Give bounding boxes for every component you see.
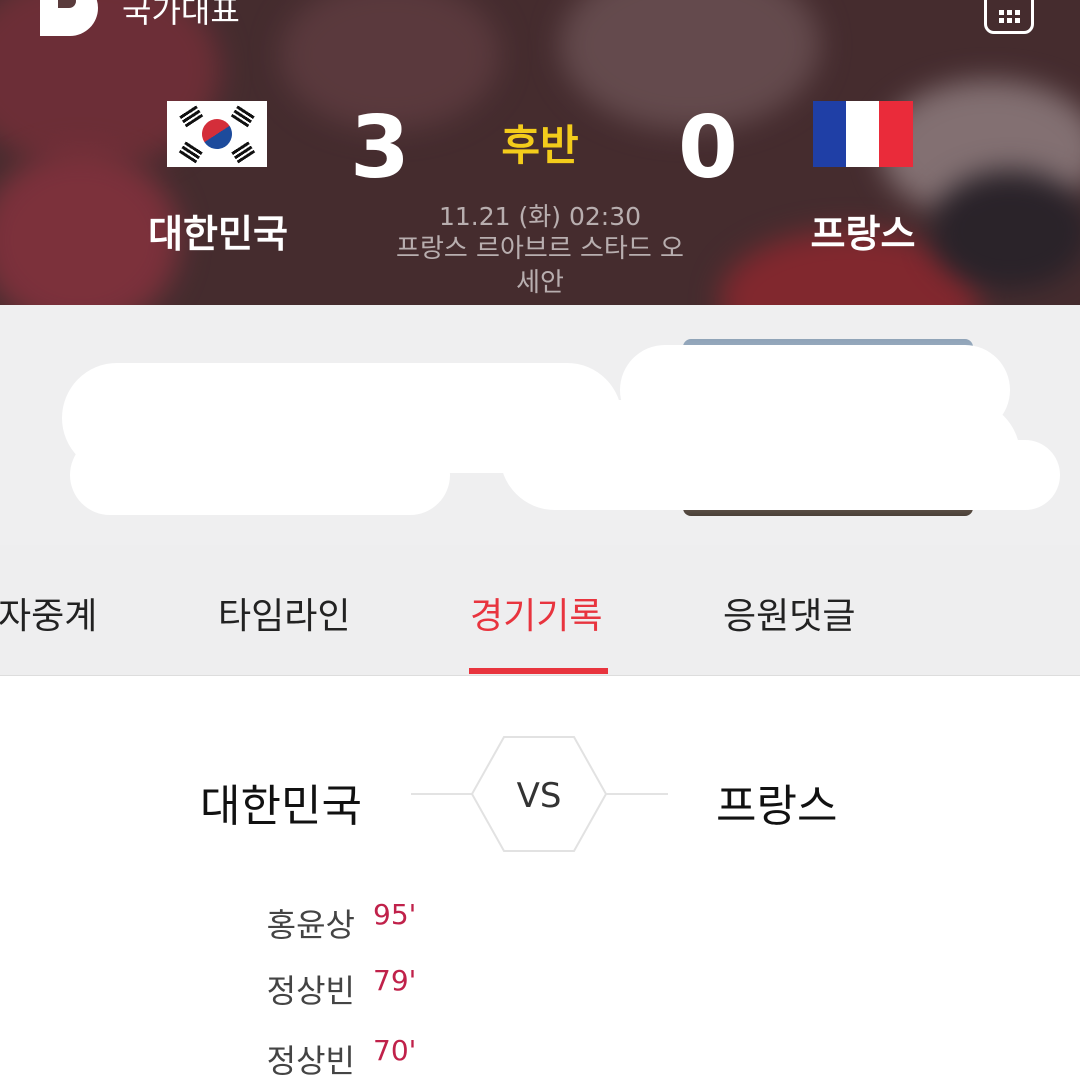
vs-label: VS (516, 776, 562, 816)
section-title: 국가대표 (122, 0, 240, 30)
media-strip (0, 305, 1080, 545)
record-home-team: 대한민국 (200, 781, 362, 832)
venue-line: 프랑스 르아브르 스타드 오 (396, 234, 684, 264)
away-team-name: 프랑스 (810, 212, 916, 256)
goal-entry: 홍윤상 95' (200, 898, 530, 950)
home-score: 3 (350, 98, 410, 198)
france-flag-icon (813, 101, 913, 167)
goal-entry: 정상빈 70' (200, 1034, 530, 1086)
venue-line: 세안 (516, 268, 564, 298)
redaction (820, 440, 1060, 510)
tab-timeline[interactable]: 타임라인 (218, 587, 350, 639)
goal-minute: 95' (373, 898, 417, 931)
tab-cheer-comments[interactable]: 응원댓글 (723, 587, 855, 639)
active-tab-indicator (469, 668, 608, 674)
match-header: 국가대표 3 후반 0 대한민국 프랑스 11.21 (화) 02:30 프랑스… (0, 0, 1080, 305)
redaction (620, 345, 1010, 435)
divider (411, 793, 473, 795)
logo-icon[interactable] (40, 0, 98, 36)
goal-minute: 79' (373, 964, 417, 997)
goal-scorer: 홍윤상 (266, 906, 355, 944)
tab-bar: 자중계 타임라인 경기기록 응원댓글 (0, 545, 1080, 676)
goal-minute: 70' (373, 1034, 417, 1067)
tab-match-record[interactable]: 경기기록 (470, 587, 602, 639)
goal-entry: 정상빈 79' (200, 964, 530, 1016)
match-period: 후반 (501, 121, 579, 170)
match-venue: 프랑스 르아브르 스타드 오 세안 (370, 232, 710, 300)
grid-icon[interactable] (984, 0, 1034, 34)
goal-scorer: 정상빈 (266, 972, 355, 1010)
redaction (70, 435, 450, 515)
divider (606, 793, 668, 795)
home-team-name: 대한민국 (148, 212, 288, 256)
south-korea-flag-icon (167, 101, 267, 167)
away-score: 0 (678, 98, 738, 198)
tab-text-broadcast[interactable]: 자중계 (0, 587, 97, 639)
match-date: 11.21 (화) 02:30 (438, 202, 642, 231)
goal-scorer: 정상빈 (266, 1042, 355, 1080)
record-away-team: 프랑스 (716, 781, 838, 832)
